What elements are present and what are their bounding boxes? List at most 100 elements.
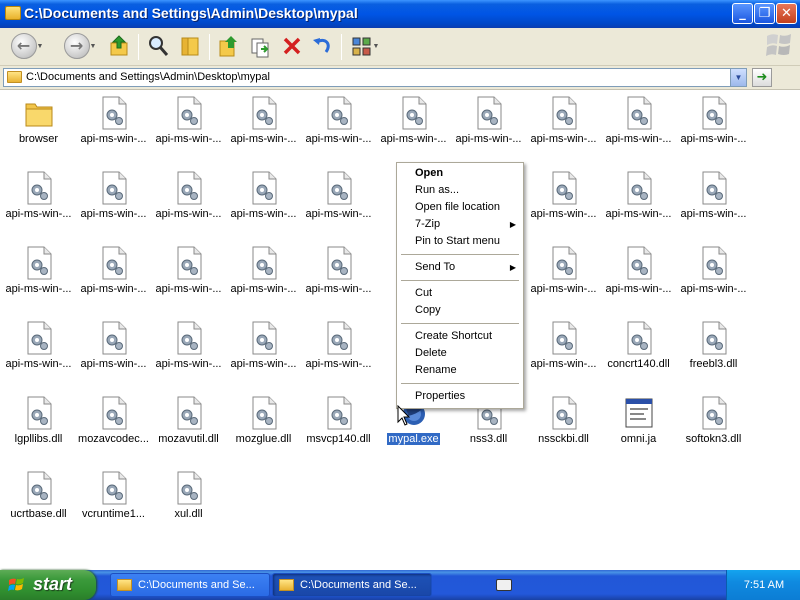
file-item[interactable]: api-ms-win-... bbox=[301, 93, 376, 168]
undo-button[interactable] bbox=[308, 31, 336, 61]
move-to-button[interactable] bbox=[214, 31, 242, 61]
file-item[interactable]: msvcp140.dll bbox=[301, 393, 376, 468]
menu-item-pin-to-start-menu[interactable]: Pin to Start menu bbox=[397, 233, 523, 250]
file-item[interactable]: mozglue.dll bbox=[226, 393, 301, 468]
file-item[interactable]: api-ms-win-... bbox=[151, 168, 226, 243]
folder-icon bbox=[7, 71, 22, 83]
file-item[interactable]: api-ms-win-... bbox=[526, 243, 601, 318]
address-field[interactable]: C:\Documents and Settings\Admin\Desktop\… bbox=[3, 68, 747, 87]
menu-item-label: 7-Zip bbox=[415, 218, 441, 230]
back-button[interactable]: ← ▼ bbox=[7, 31, 47, 61]
file-item[interactable]: ucrtbase.dll bbox=[1, 468, 76, 543]
file-item[interactable]: api-ms-win-... bbox=[226, 168, 301, 243]
title-bar[interactable]: C:\Documents and Settings\Admin\Desktop\… bbox=[0, 0, 800, 28]
file-item[interactable]: api-ms-win-... bbox=[376, 93, 451, 168]
dll-file-icon bbox=[699, 96, 729, 130]
file-item[interactable]: api-ms-win-... bbox=[76, 318, 151, 393]
file-item[interactable]: api-ms-win-... bbox=[151, 318, 226, 393]
folder-item[interactable]: browser bbox=[1, 93, 76, 168]
file-item[interactable]: api-ms-win-... bbox=[226, 318, 301, 393]
menu-item-send-to[interactable]: Send To ▶ bbox=[397, 259, 523, 276]
mouse-cursor-icon bbox=[397, 405, 411, 426]
dll-file-icon bbox=[624, 96, 654, 130]
file-item[interactable]: api-ms-win-... bbox=[76, 93, 151, 168]
folder-icon bbox=[279, 579, 294, 591]
file-item[interactable]: vcruntime1... bbox=[76, 468, 151, 543]
views-button[interactable]: ▼ bbox=[347, 31, 383, 61]
dll-file-icon bbox=[324, 396, 354, 430]
dll-file-icon bbox=[99, 171, 129, 205]
file-item[interactable]: api-ms-win-... bbox=[301, 168, 376, 243]
delete-button[interactable] bbox=[278, 31, 306, 61]
file-item[interactable]: api-ms-win-... bbox=[1, 243, 76, 318]
file-item[interactable]: api-ms-win-... bbox=[151, 93, 226, 168]
menu-item-open[interactable]: Open bbox=[397, 165, 523, 182]
up-button[interactable] bbox=[106, 31, 132, 61]
file-item[interactable]: nssckbi.dll bbox=[526, 393, 601, 468]
file-item[interactable]: api-ms-win-... bbox=[226, 243, 301, 318]
file-item[interactable]: omni.ja bbox=[601, 393, 676, 468]
close-button[interactable]: ✕ bbox=[776, 3, 797, 24]
file-item[interactable]: api-ms-win-... bbox=[601, 243, 676, 318]
menu-item-rename[interactable]: Rename bbox=[397, 362, 523, 379]
menu-item-run-as[interactable]: Run as... bbox=[397, 182, 523, 199]
copy-to-button[interactable] bbox=[246, 31, 274, 61]
maximize-button[interactable]: ❐ bbox=[754, 3, 775, 24]
dll-file-icon bbox=[249, 171, 279, 205]
folders-button[interactable] bbox=[176, 31, 204, 61]
file-item[interactable]: api-ms-win-... bbox=[526, 168, 601, 243]
file-item[interactable]: api-ms-win-... bbox=[451, 93, 526, 168]
start-button[interactable]: start bbox=[0, 570, 96, 600]
forward-button[interactable]: → ▼ bbox=[58, 31, 102, 61]
file-item[interactable]: mozavcodec... bbox=[76, 393, 151, 468]
menu-separator bbox=[401, 254, 519, 255]
menu-item-cut[interactable]: Cut bbox=[397, 285, 523, 302]
file-item[interactable]: api-ms-win-... bbox=[151, 243, 226, 318]
file-item[interactable]: softokn3.dll bbox=[676, 393, 751, 468]
file-item[interactable]: lgpllibs.dll bbox=[1, 393, 76, 468]
taskbar-item-active[interactable]: C:\Documents and Se... bbox=[272, 573, 432, 597]
file-name: api-ms-win-... bbox=[305, 208, 372, 220]
file-item[interactable]: api-ms-win-... bbox=[76, 243, 151, 318]
minimize-button[interactable]: _ bbox=[732, 3, 753, 24]
file-item[interactable]: api-ms-win-... bbox=[526, 93, 601, 168]
file-item[interactable]: api-ms-win-... bbox=[1, 318, 76, 393]
dll-file-icon bbox=[699, 321, 729, 355]
file-item[interactable]: api-ms-win-... bbox=[1, 168, 76, 243]
file-name: api-ms-win-... bbox=[155, 133, 222, 145]
file-item[interactable]: freebl3.dll bbox=[676, 318, 751, 393]
file-item[interactable]: api-ms-win-... bbox=[226, 93, 301, 168]
file-item[interactable]: xul.dll bbox=[151, 468, 226, 543]
file-item[interactable]: mozavutil.dll bbox=[151, 393, 226, 468]
file-name: api-ms-win-... bbox=[605, 208, 672, 220]
file-label: api-ms-win-... bbox=[526, 208, 601, 221]
menu-item-properties[interactable]: Properties bbox=[397, 388, 523, 405]
go-button[interactable]: ➜ bbox=[752, 68, 772, 87]
menu-item-create-shortcut[interactable]: Create Shortcut bbox=[397, 328, 523, 345]
menu-item-open-file-location[interactable]: Open file location bbox=[397, 199, 523, 216]
file-item[interactable]: api-ms-win-... bbox=[676, 93, 751, 168]
file-label: api-ms-win-... bbox=[526, 358, 601, 371]
file-item[interactable]: api-ms-win-... bbox=[76, 168, 151, 243]
clock[interactable]: 7:51 AM bbox=[727, 579, 800, 591]
file-item[interactable]: api-ms-win-... bbox=[676, 243, 751, 318]
file-item[interactable]: api-ms-win-... bbox=[676, 168, 751, 243]
search-button[interactable] bbox=[144, 31, 172, 61]
taskbar-item[interactable]: C:\Documents and Se... bbox=[110, 573, 270, 597]
file-label: concrt140.dll bbox=[601, 358, 676, 371]
chevron-down-icon[interactable]: ▼ bbox=[730, 69, 746, 86]
file-item[interactable]: api-ms-win-... bbox=[526, 318, 601, 393]
dll-file-icon bbox=[549, 321, 579, 355]
file-item[interactable]: api-ms-win-... bbox=[301, 318, 376, 393]
windows-logo-icon bbox=[766, 34, 791, 56]
file-item[interactable]: api-ms-win-... bbox=[601, 93, 676, 168]
menu-item-copy[interactable]: Copy bbox=[397, 302, 523, 319]
file-item[interactable]: api-ms-win-... bbox=[601, 168, 676, 243]
folders-icon bbox=[181, 37, 199, 56]
address-path[interactable]: C:\Documents and Settings\Admin\Desktop\… bbox=[26, 71, 270, 83]
menu-item-7-zip[interactable]: 7-Zip ▶ bbox=[397, 216, 523, 233]
file-item[interactable]: concrt140.dll bbox=[601, 318, 676, 393]
menu-item-delete[interactable]: Delete bbox=[397, 345, 523, 362]
file-item[interactable]: api-ms-win-... bbox=[301, 243, 376, 318]
keyboard-icon[interactable] bbox=[496, 579, 512, 591]
